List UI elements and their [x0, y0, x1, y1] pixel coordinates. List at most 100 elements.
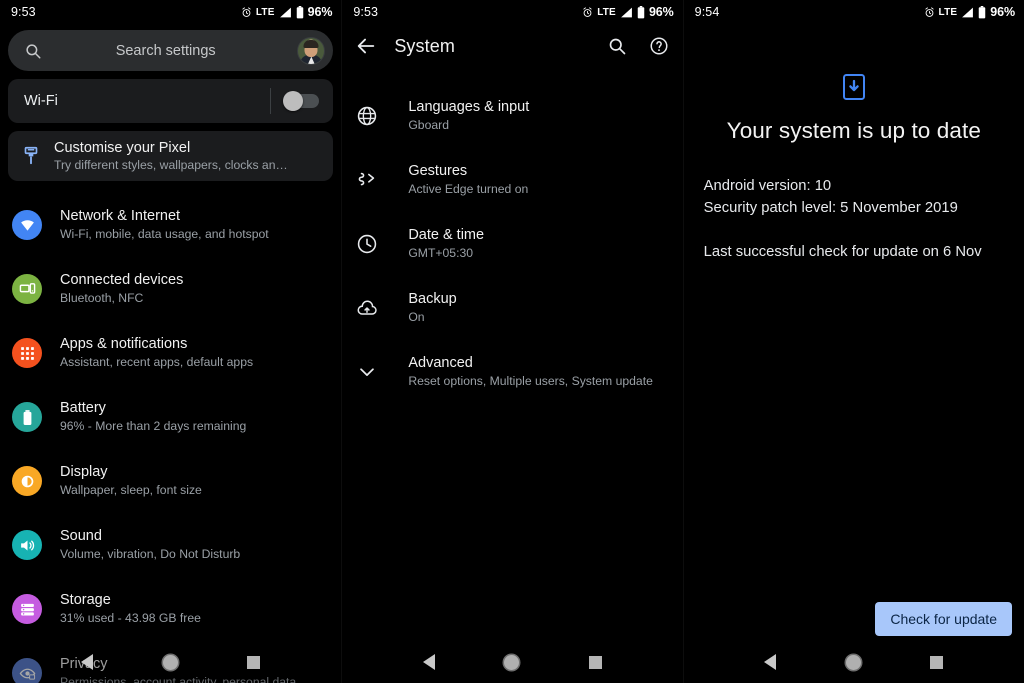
home-nav-icon[interactable]	[504, 654, 520, 670]
system-item-gestures[interactable]: Gestures Active Edge turned on	[342, 148, 682, 212]
three-screenshot-collage: 9:53 LTE 96% Search settings Wi-Fi Custo…	[0, 0, 1024, 683]
system-item-backup[interactable]: Backup On	[342, 276, 682, 340]
home-nav-icon[interactable]	[162, 654, 178, 670]
settings-item-sound[interactable]: Sound Volume, vibration, Do Not Disturb	[0, 513, 341, 577]
system-item-advanced[interactable]: Advanced Reset options, Multiple users, …	[342, 340, 682, 404]
storage-icon	[12, 594, 42, 624]
page-title: System	[394, 35, 455, 56]
pixel-card-subtitle: Try different styles, wallpapers, clocks…	[54, 158, 288, 172]
android-version-line: Android version: 10	[703, 178, 832, 194]
settings-item-connected-devices[interactable]: Connected devices Bluetooth, NFC	[0, 257, 341, 321]
panel-settings-home: 9:53 LTE 96% Search settings Wi-Fi Custo…	[0, 0, 342, 683]
system-item-title: Languages & input	[408, 99, 530, 115]
back-nav-icon[interactable]	[764, 654, 777, 670]
chevron-down-icon	[356, 361, 378, 383]
panel-system-update: 9:54 LTE 96% Your system is up to date A…	[682, 0, 1024, 683]
recents-nav-icon[interactable]	[930, 655, 944, 669]
back-arrow-icon[interactable]	[355, 35, 377, 57]
panel-system-settings: 9:53 LTE 96% System Languages & input Gb…	[341, 0, 683, 683]
wifi-quick-toggle-row[interactable]: Wi-Fi	[8, 79, 334, 123]
settings-item-title: Connected devices	[60, 272, 184, 288]
settings-item-apps-notifications[interactable]: Apps & notifications Assistant, recent a…	[0, 321, 341, 385]
volume-icon	[12, 530, 42, 560]
battery-percent: 96%	[648, 5, 674, 19]
settings-item-subtitle: Volume, vibration, Do Not Disturb	[60, 547, 241, 562]
network-type-label: LTE	[938, 6, 958, 18]
battery-icon	[637, 5, 645, 18]
back-nav-icon[interactable]	[80, 654, 93, 670]
settings-item-title: Apps & notifications	[60, 336, 188, 352]
system-item-date-time[interactable]: Date & time GMT+05:30	[342, 212, 682, 276]
settings-item-title: Display	[60, 464, 108, 480]
last-check-line: Last successful check for update on 6 No…	[703, 243, 982, 260]
settings-item-title: Storage	[60, 592, 111, 608]
home-nav-icon[interactable]	[845, 654, 861, 670]
alarm-icon	[924, 6, 934, 17]
system-item-languages-input[interactable]: Languages & input Gboard	[342, 84, 682, 148]
wifi-toggle-switch[interactable]	[283, 91, 320, 111]
wifi-label: Wi-Fi	[24, 93, 58, 109]
settings-item-display[interactable]: Display Wallpaper, sleep, font size	[0, 449, 341, 513]
clock-icon	[356, 233, 378, 255]
system-item-subtitle: GMT+05:30	[408, 246, 474, 261]
divider	[270, 88, 272, 114]
status-bar: 9:53 LTE 96%	[0, 0, 341, 24]
pixel-card-title: Customise your Pixel	[54, 140, 191, 156]
help-icon[interactable]	[649, 36, 669, 56]
settings-item-network-internet[interactable]: Network & Internet Wi-Fi, mobile, data u…	[0, 193, 341, 257]
system-item-subtitle: On	[408, 310, 425, 325]
security-patch-line: Security patch level: 5 November 2019	[703, 200, 958, 217]
signal-icon	[279, 7, 291, 17]
status-clock: 9:53	[11, 5, 36, 19]
search-icon[interactable]	[607, 36, 627, 56]
search-settings-bar[interactable]: Search settings	[8, 30, 334, 71]
avatar[interactable]	[297, 36, 326, 65]
recents-nav-icon[interactable]	[247, 655, 261, 669]
back-nav-icon[interactable]	[423, 654, 436, 670]
settings-item-subtitle: 31% used - 43.98 GB free	[60, 611, 201, 626]
settings-item-title: Sound	[60, 528, 102, 544]
brightness-icon	[12, 466, 42, 496]
system-item-title: Advanced	[408, 355, 473, 371]
settings-item-subtitle: 96% - More than 2 days remaining	[60, 419, 247, 434]
system-item-title: Gestures	[408, 163, 468, 179]
navigation-bar	[0, 641, 342, 683]
settings-item-subtitle: Assistant, recent apps, default apps	[60, 355, 254, 370]
status-clock: 9:53	[353, 5, 379, 19]
check-for-update-button[interactable]: Check for update	[875, 602, 1012, 636]
globe-icon	[356, 105, 378, 127]
apps-grid-icon	[12, 338, 42, 368]
system-item-subtitle: Reset options, Multiple users, System up…	[408, 374, 653, 389]
status-clock: 9:54	[694, 5, 720, 19]
battery-percent: 96%	[307, 5, 333, 19]
settings-item-battery[interactable]: Battery 96% - More than 2 days remaining	[0, 385, 341, 449]
system-item-title: Backup	[408, 291, 457, 307]
app-bar: System	[342, 24, 682, 68]
update-details: Android version: 10 Security patch level…	[684, 175, 1024, 263]
navigation-bar	[342, 641, 682, 683]
paintbrush-icon	[24, 146, 38, 165]
settings-item-subtitle: Wi-Fi, mobile, data usage, and hotspot	[60, 227, 269, 242]
settings-item-subtitle: Bluetooth, NFC	[60, 291, 144, 306]
signal-icon	[962, 7, 974, 17]
battery-percent: 96%	[990, 5, 1015, 19]
check-for-update-container: Check for update	[875, 602, 1012, 636]
settings-item-storage[interactable]: Storage 31% used - 43.98 GB free	[0, 577, 341, 641]
search-input[interactable]: Search settings	[34, 43, 297, 59]
wifi-icon	[12, 210, 42, 240]
settings-item-title: Battery	[60, 400, 106, 416]
network-type-label: LTE	[597, 6, 616, 18]
signal-icon	[621, 7, 632, 17]
settings-item-subtitle: Wallpaper, sleep, font size	[60, 483, 202, 498]
settings-list: Network & Internet Wi-Fi, mobile, data u…	[0, 193, 341, 683]
status-bar: 9:54 LTE 96%	[684, 0, 1024, 24]
alarm-icon	[242, 6, 251, 17]
system-item-title: Date & time	[408, 227, 485, 243]
recents-nav-icon[interactable]	[588, 655, 602, 669]
cloud-upload-icon	[356, 297, 378, 319]
update-headline: Your system is up to date	[726, 118, 981, 143]
battery-icon	[296, 5, 303, 18]
settings-item-title: Network & Internet	[60, 208, 181, 224]
customise-your-pixel-card[interactable]: Customise your Pixel Try different style…	[8, 131, 334, 181]
navigation-bar	[684, 641, 1024, 683]
